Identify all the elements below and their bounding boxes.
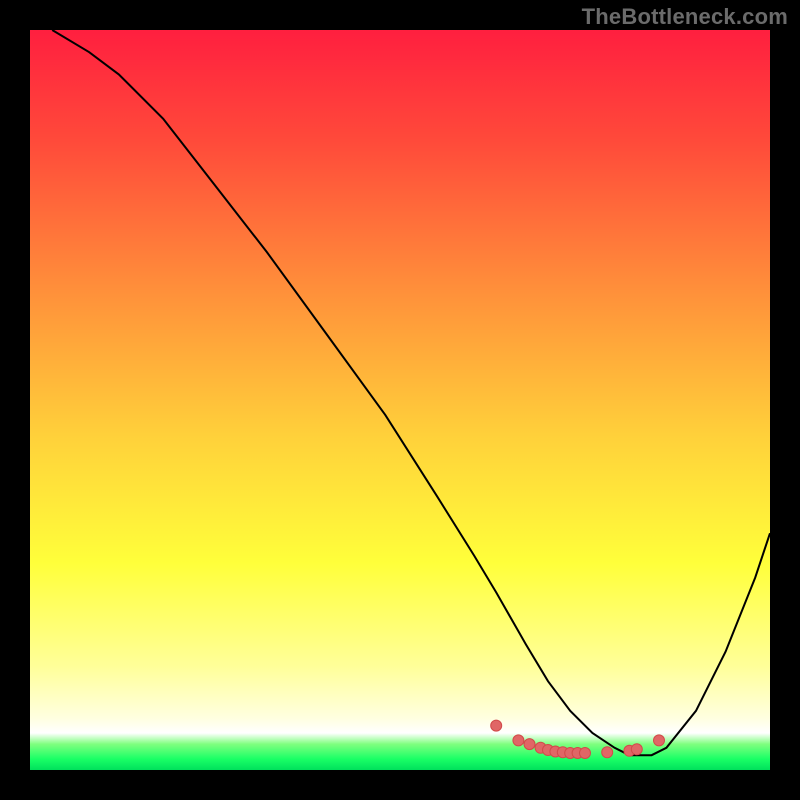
- attribution-label: TheBottleneck.com: [582, 4, 788, 30]
- marker-dot: [631, 744, 642, 755]
- marker-dot: [654, 735, 665, 746]
- marker-dot: [602, 747, 613, 758]
- marker-dot: [580, 748, 591, 759]
- marker-dot: [524, 739, 535, 750]
- gradient-background: [30, 30, 770, 770]
- marker-dot: [513, 735, 524, 746]
- marker-dot: [491, 720, 502, 731]
- gradient-plot: [30, 30, 770, 770]
- chart-frame: TheBottleneck.com: [0, 0, 800, 800]
